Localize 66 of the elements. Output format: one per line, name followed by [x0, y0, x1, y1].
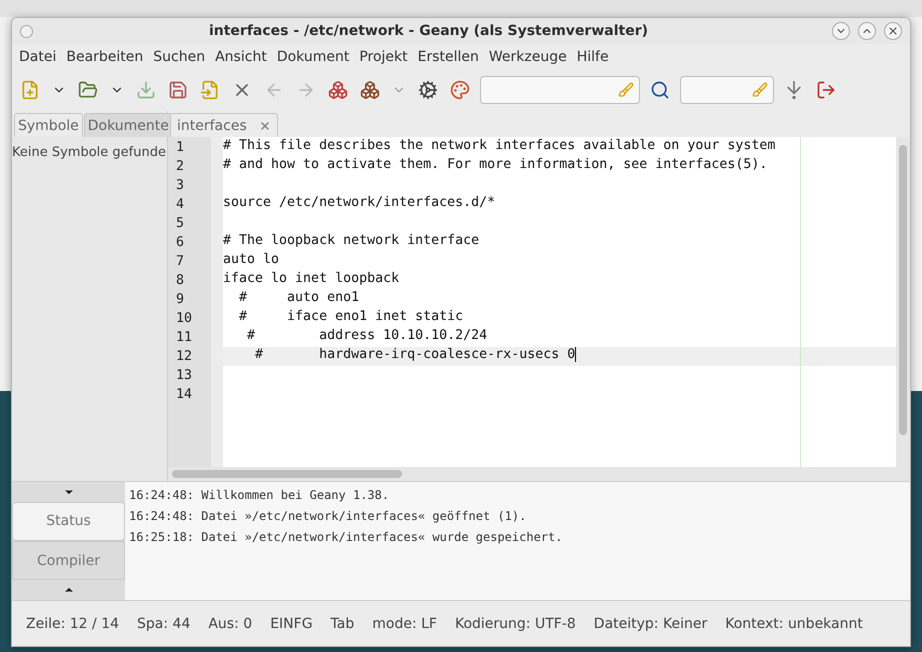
window-title: interfaces - /etc/network - Geany (als Systemverwalter) [208, 23, 650, 39]
search-field[interactable] [480, 76, 640, 104]
status-item: mode: LF [372, 616, 437, 632]
line-number: 5 [175, 215, 186, 233]
status-item: Kontext: unbekannt [725, 616, 863, 632]
status-item: Zeile: 12 / 14 [26, 616, 120, 632]
vertical-scrollbar[interactable] [896, 137, 910, 481]
minimize-button[interactable] [832, 22, 850, 40]
line-number: 1 [175, 139, 186, 157]
status-item: Aus: 0 [208, 616, 252, 632]
menu-item[interactable]: Ansicht [210, 48, 272, 64]
line-number: 11 [175, 329, 194, 347]
maximize-button[interactable] [858, 22, 876, 40]
log-message: 16:24:48: Datei »/etc/network/interfaces« geöffnet (1). [129, 508, 528, 525]
close-tab-icon[interactable] [258, 120, 271, 132]
color-chooser-icon[interactable] [448, 78, 472, 102]
menu-item[interactable]: Projekt [354, 48, 413, 64]
menu-item[interactable]: Dokument [272, 48, 354, 64]
code-line: # address 10.10.10.2/24 [246, 328, 488, 345]
code-line: # The loopback network interface [223, 233, 480, 250]
code-line: # iface eno1 inet static [238, 309, 464, 326]
code-line: # This file describes the network interfaces available on your system [223, 138, 776, 155]
menu-item[interactable]: Bearbeiten [61, 48, 148, 64]
line-number: 4 [175, 196, 186, 214]
code-line: iface lo inet loopback [223, 271, 400, 288]
close-button[interactable] [884, 22, 902, 40]
menu-item[interactable]: Hilfe [572, 48, 614, 64]
code-line: # auto eno1 [238, 290, 360, 307]
line-number: 10 [175, 310, 194, 328]
sidebar-tab[interactable]: Dokumente [84, 113, 173, 137]
menu-item[interactable]: Werkzeuge [484, 48, 572, 64]
line-number: 6 [175, 234, 186, 252]
compile-icon[interactable] [326, 78, 350, 102]
log-message: 16:24:48: Willkommen bei Geany 1.38. [129, 487, 390, 504]
document-tab[interactable]: interfaces [170, 113, 278, 137]
broom-icon[interactable] [752, 82, 768, 98]
menu-item[interactable]: Datei [14, 48, 62, 64]
line-number: 12 [175, 348, 194, 366]
close-icon [887, 25, 899, 37]
status-item: EINFG [270, 616, 313, 632]
menu-item[interactable]: Suchen [148, 48, 210, 64]
goto-line-field[interactable] [680, 76, 774, 104]
status-item: Tab [330, 616, 354, 632]
window-dot-icon [20, 24, 33, 38]
code-line: # and how to activate them. For more information, see interfaces(5). [223, 157, 768, 174]
code-line: auto lo [223, 252, 280, 269]
sidebar-tab[interactable]: Symbole [14, 113, 83, 137]
log-message: 16:25:18: Datei »/etc/network/interfaces« wurde gespeichert. [129, 529, 564, 546]
horizontal-scrollbar[interactable] [168, 467, 896, 481]
line-number: 8 [175, 272, 186, 290]
menu-item[interactable]: Erstellen [412, 48, 484, 64]
gears-icon[interactable] [416, 78, 440, 102]
message-tab[interactable]: Status [12, 502, 125, 541]
status-item: Spa: 44 [137, 616, 190, 632]
status-item: Kodierung: UTF-8 [454, 616, 576, 632]
line-number: 9 [175, 291, 186, 309]
broom-icon[interactable] [618, 82, 634, 98]
line-number: 7 [175, 253, 186, 271]
line-number: 13 [175, 367, 194, 385]
status-item: Dateityp: Keiner [594, 616, 708, 632]
line-number: 3 [175, 177, 186, 195]
brick-icon[interactable] [358, 78, 382, 102]
line-number: 2 [175, 158, 186, 176]
line-number: 14 [175, 386, 194, 404]
code-line: source /etc/network/interfaces.d/* [223, 195, 496, 212]
empty-symbols-message: Keine Symbole gefunde [12, 145, 166, 160]
